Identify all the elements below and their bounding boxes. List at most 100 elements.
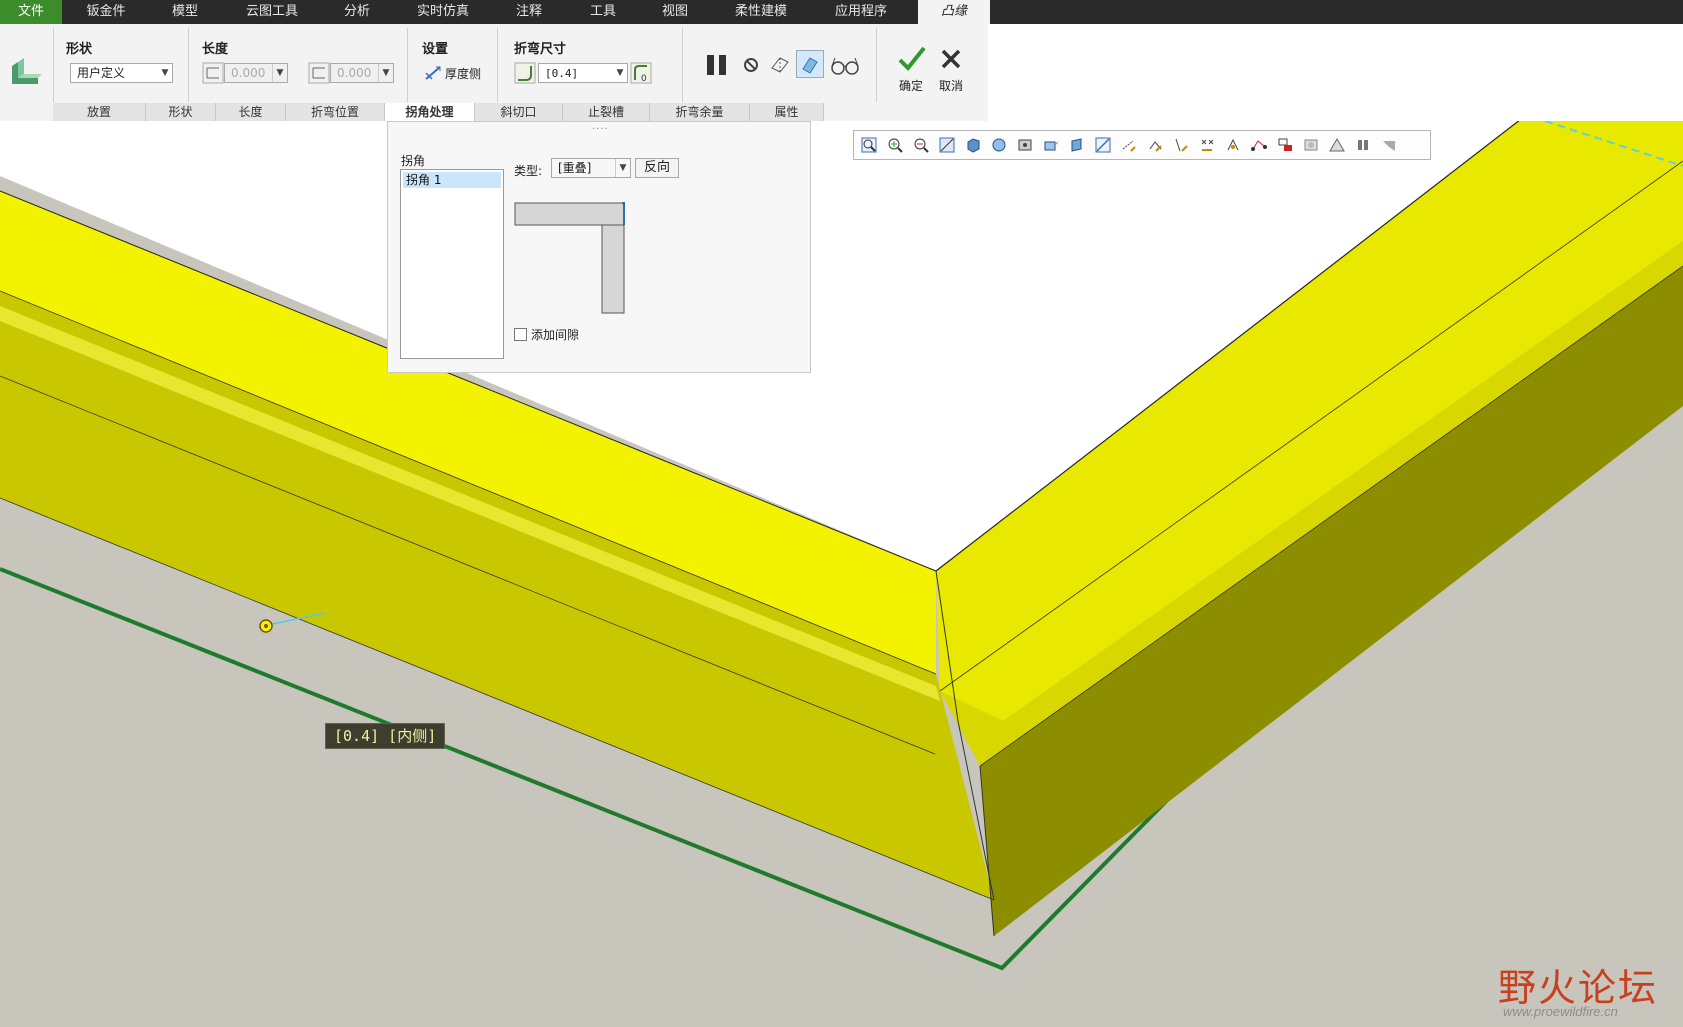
subtab-shape[interactable]: 形状 [146,103,216,121]
axis-display-icon[interactable] [1147,137,1163,153]
zoom-out-icon[interactable] [913,137,929,153]
shape-group-title: 形状 [66,42,93,57]
verify-mode-icon[interactable] [796,50,824,78]
subtab-relief[interactable]: 止裂槽 [563,103,650,121]
tab-annotate[interactable]: 注释 [494,0,564,24]
flange-feature-icon [8,56,42,86]
flag-icon[interactable] [1381,137,1397,153]
subtab-length[interactable]: 长度 [216,103,286,121]
glasses-icon[interactable] [830,54,860,76]
view-toolbar [853,130,1431,160]
close-icon [934,44,968,77]
corner-type-select[interactable]: [重叠] ▼ [551,158,631,178]
chevron-down-icon: ▼ [161,68,169,78]
thickness-side-button[interactable]: 厚度侧 [424,62,486,84]
svg-text:0: 0 [641,74,647,84]
corner-type-value: [重叠] [558,161,592,175]
tab-cloud-tools[interactable]: 云图工具 [232,0,312,24]
separator [497,28,498,102]
chevron-down-icon: ▼ [272,64,287,82]
bend-side-icon[interactable]: 0 [630,62,652,84]
tab-flexible-modeling[interactable]: 柔性建模 [718,0,804,24]
thickness-side-icon [424,65,442,84]
annotation-display-icon[interactable] [1251,137,1267,153]
list-item[interactable]: 拐角 1 [403,172,501,188]
subtab-bend-allowance[interactable]: 折弯余量 [650,103,750,121]
subtab-placement[interactable]: 放置 [53,103,146,121]
watermark-url: www.proewildfire.cn [1503,1004,1618,1019]
plane-display-icon[interactable] [1121,137,1137,153]
point-display-icon[interactable] [1173,137,1189,153]
csys-display-icon[interactable] [1199,137,1215,153]
zoom-in-icon[interactable] [887,137,903,153]
tab-tools[interactable]: 工具 [568,0,638,24]
appearance-icon[interactable] [1277,137,1293,153]
corner-treatment-panel: ···· 拐角 拐角 1 类型: [重叠] ▼ 反向 添加间隙 [387,121,811,373]
triangle-icon[interactable] [1329,137,1345,153]
separator [407,28,408,102]
cancel-label: 取消 [938,79,963,93]
perspective-icon[interactable] [1043,137,1059,153]
tab-file[interactable]: 文件 [0,0,62,24]
length-value-2[interactable]: 0.000 ▼ [330,63,394,83]
separator [53,28,54,102]
length-type-icon-1[interactable] [202,62,224,84]
repaint-icon[interactable] [939,137,955,153]
length-type-icon-2[interactable] [308,62,330,84]
add-gap-checkbox[interactable] [514,328,527,341]
datum-display-icon[interactable] [1095,137,1111,153]
flange-model [0,121,1683,1027]
settings-group-title: 设置 [422,42,449,57]
shape-select[interactable]: 用户定义 ▼ [70,63,173,83]
length-value-1-text: 0.000 [231,66,266,80]
length-group-title: 长度 [202,42,229,57]
chevron-down-icon: ▼ [615,159,630,177]
tab-realtime-sim[interactable]: 实时仿真 [400,0,486,24]
no-preview-icon[interactable] [742,56,760,74]
tab-analysis[interactable]: 分析 [322,0,392,24]
spin-center-icon[interactable] [1225,137,1241,153]
thickness-side-label: 厚度侧 [445,67,482,81]
bend-dimension-label[interactable]: [0.4] [内侧] [325,723,446,749]
tab-flange[interactable]: 凸缘 [918,0,990,24]
bend-radius-icon[interactable] [514,62,536,84]
section-icon[interactable] [1069,137,1085,153]
ok-button[interactable]: 确定 [894,44,928,100]
flange-ribbon: 形状 用户定义 ▼ 长度 0.000 ▼ 0.000 ▼ 设置 厚度侧 折弯尺寸… [0,24,988,122]
saved-views-icon[interactable] [991,137,1007,153]
pause-icon[interactable] [704,52,730,78]
bend-size-select[interactable]: [0.4] ▼ [538,63,628,83]
reverse-button[interactable]: 反向 [635,158,679,178]
type-label: 类型: [514,164,543,178]
length-value-2-text: 0.000 [337,66,372,80]
tab-model[interactable]: 模型 [150,0,220,24]
panel-drag-handle[interactable]: ···· [592,124,609,135]
refit-icon[interactable] [861,137,877,153]
tab-sheetmetal[interactable]: 钣金件 [70,0,142,24]
tab-view[interactable]: 视图 [640,0,710,24]
pause-icon[interactable] [1355,137,1371,153]
cancel-button[interactable]: 取消 [934,44,968,100]
separator [682,28,683,102]
subtab-miter-cut[interactable]: 斜切口 [475,103,563,121]
display-style-icon[interactable] [965,137,981,153]
tab-applications[interactable]: 应用程序 [818,0,904,24]
ok-label: 确定 [898,79,923,93]
corner-list-title: 拐角 [401,154,426,168]
subtab-bend-position[interactable]: 折弯位置 [286,103,385,121]
subtab-properties[interactable]: 属性 [750,103,824,121]
length-value-1[interactable]: 0.000 ▼ [224,63,288,83]
subtab-corner-treatment[interactable]: 拐角处理 [385,103,475,121]
graphics-viewport[interactable]: [0.4] [内侧] [0,121,1683,1027]
corner-preview-graphic [514,202,626,314]
ribbon-empty-area [988,24,1683,121]
separator [188,28,189,102]
chevron-down-icon: ▼ [378,64,393,82]
view-manager-icon[interactable] [1017,137,1033,153]
shape-select-value: 用户定义 [77,66,126,80]
separator [876,28,877,102]
simulation-icon[interactable] [1303,137,1319,153]
chevron-down-icon: ▼ [616,68,624,78]
preview-geometry-icon[interactable] [768,52,792,76]
corner-list[interactable]: 拐角 1 [400,169,504,359]
